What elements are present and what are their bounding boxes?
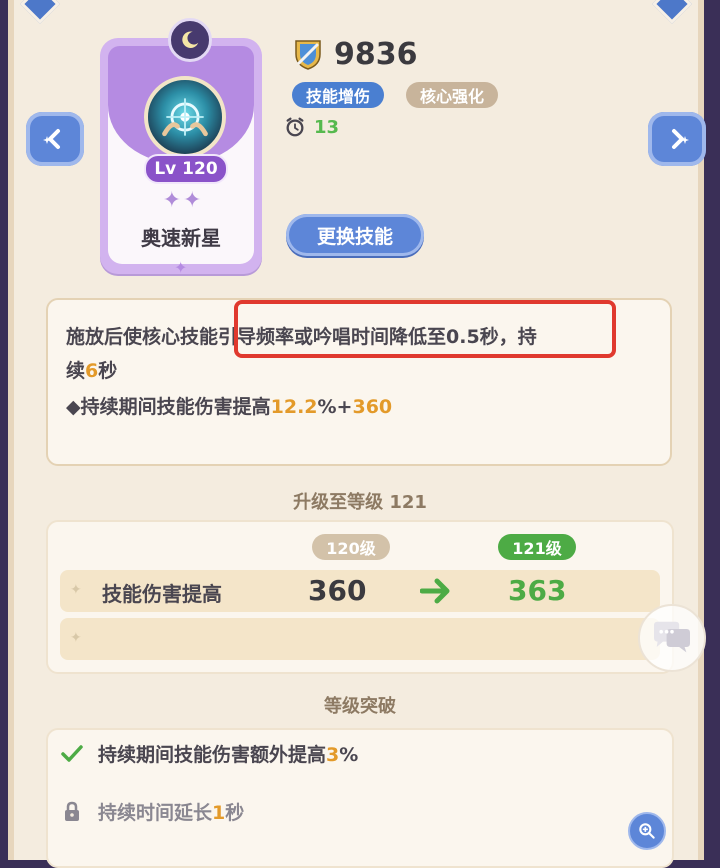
tag-core-boost: 核心强化 bbox=[406, 82, 499, 108]
stat-row: ✦ 技能伤害提高 360 363 bbox=[60, 570, 660, 612]
chat-bubbles-icon bbox=[654, 621, 690, 653]
breakthrough-item: 持续期间技能伤害额外提高3% bbox=[60, 740, 358, 767]
skill-rank-stars-icon: ✦✦ bbox=[162, 188, 204, 213]
description-line-2: 续6秒 bbox=[66, 360, 118, 382]
frame-corner-gem bbox=[652, 0, 692, 24]
tag-skill-damage: 技能增伤 bbox=[292, 82, 385, 108]
frame-corner-gem bbox=[20, 0, 60, 24]
moon-icon bbox=[168, 18, 212, 62]
change-skill-button[interactable]: 更换技能 bbox=[286, 214, 424, 256]
gem-icon: ✦ bbox=[174, 258, 188, 277]
sword-shield-icon bbox=[295, 40, 321, 70]
skill-card-inner: Lv 120 ✦✦ 奥速新星 ✦ bbox=[108, 18, 254, 277]
stat-row: ✦ bbox=[60, 618, 660, 660]
highlight-annotation-box bbox=[234, 300, 616, 358]
current-level-badge: 120级 bbox=[312, 534, 390, 560]
cooldown-value: 13 bbox=[314, 116, 340, 138]
description-line-3: ◆持续期间技能伤害提高12.2%+360 bbox=[66, 396, 393, 418]
breakthrough-text: 持续期间技能伤害额外提高3% bbox=[98, 744, 359, 766]
stat-current-value: 360 bbox=[308, 574, 367, 607]
magnifier-icon bbox=[639, 823, 655, 839]
skill-portrait-icon bbox=[144, 76, 226, 158]
next-skill-button[interactable] bbox=[648, 112, 706, 166]
diamond-icon: ✦ bbox=[70, 630, 82, 646]
stat-label: 技能伤害提高 bbox=[102, 582, 222, 606]
power-value: 9836 bbox=[334, 36, 418, 72]
alarm-clock-icon bbox=[286, 117, 304, 137]
chevron-right-icon bbox=[672, 129, 689, 149]
upgrade-section-title: 升级至等级 121 bbox=[293, 492, 427, 513]
skill-card: Lv 120 ✦✦ 奥速新星 ✦ bbox=[100, 18, 262, 277]
next-level-badge: 121级 bbox=[498, 534, 576, 560]
lock-icon bbox=[65, 801, 79, 821]
breakthrough-text: 持续时间延长1秒 bbox=[98, 802, 245, 824]
breakthrough-section-title: 等级突破 bbox=[324, 696, 396, 717]
diamond-icon: ✦ bbox=[70, 582, 82, 598]
previous-skill-button[interactable] bbox=[26, 112, 84, 166]
chat-button[interactable] bbox=[638, 604, 706, 672]
cooldown: 13 bbox=[284, 116, 339, 138]
skill-power: 9836 bbox=[290, 36, 418, 72]
stat-next-value: 363 bbox=[508, 574, 567, 607]
skill-name: 奥速新星 bbox=[141, 226, 221, 250]
zoom-button[interactable] bbox=[628, 812, 666, 850]
arrow-right-icon bbox=[420, 578, 450, 604]
check-icon bbox=[61, 744, 83, 762]
chevron-left-icon bbox=[43, 129, 60, 149]
breakthrough-item: 持续时间延长1秒 bbox=[60, 798, 244, 825]
skill-level-badge: Lv 120 bbox=[144, 154, 228, 184]
